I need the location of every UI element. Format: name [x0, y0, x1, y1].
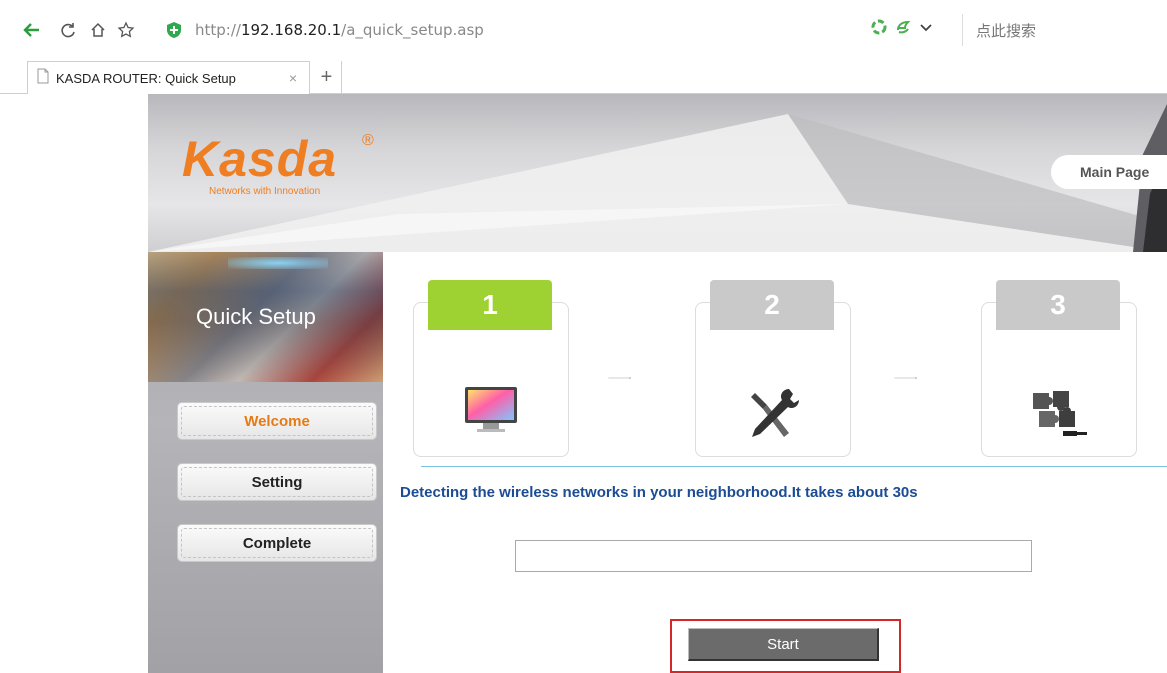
new-tab-button[interactable]: + — [312, 61, 342, 94]
step-number: 3 — [996, 280, 1120, 330]
search-input[interactable]: 点此搜索 — [976, 20, 1036, 41]
address-divider — [962, 14, 963, 46]
quick-setup-header: Quick Setup — [148, 252, 383, 382]
logo-wordmark: Kasda — [182, 131, 338, 187]
sidebar-title: Quick Setup — [196, 304, 316, 329]
monitor-icon — [455, 385, 527, 445]
url-host: 192.168.20.1 — [240, 21, 342, 39]
tab-title: KASDA ROUTER: Quick Setup — [56, 70, 236, 86]
detect-message: Detecting the wireless networks in your … — [400, 484, 918, 501]
puzzle-icon — [1023, 385, 1095, 445]
step-2: 2 — [695, 280, 851, 458]
start-button[interactable]: Start — [688, 628, 879, 661]
main-page-link[interactable]: Main Page — [1051, 155, 1167, 189]
back-icon[interactable] — [20, 18, 44, 42]
step-3: 3 — [981, 280, 1137, 458]
url-path: /a_quick_setup.asp — [341, 21, 484, 39]
kasda-logo: Kasda ® Networks with Innovation — [182, 131, 374, 197]
url-prefix: http:// — [195, 21, 241, 39]
chevron-down-icon[interactable] — [918, 19, 934, 40]
secure-shield-icon — [162, 18, 186, 42]
tab-quick-setup[interactable]: KASDA ROUTER: Quick Setup × — [27, 61, 310, 94]
tools-icon — [737, 385, 809, 445]
bookmark-star-icon[interactable] — [114, 18, 138, 42]
ie-mode-icon[interactable] — [894, 18, 912, 41]
browser-toolbar: http://192.168.20.1/a_quick_setup.asp 点此… — [0, 0, 1167, 58]
step-1: 1 — [413, 280, 569, 458]
registered-mark: ® — [362, 132, 374, 149]
step-number: 2 — [710, 280, 834, 330]
address-bar-actions — [870, 18, 934, 41]
tab-strip: KASDA ROUTER: Quick Setup × + — [0, 58, 1167, 94]
arrow-icon — [894, 377, 918, 379]
header-banner: Kasda ® Networks with Innovation Main Pa… — [148, 94, 1167, 252]
router-page: Kasda ® Networks with Innovation Main Pa… — [148, 94, 1167, 673]
sidebar-item-setting[interactable]: Setting — [177, 463, 377, 501]
reload-icon[interactable] — [56, 18, 80, 42]
address-field[interactable]: http://192.168.20.1/a_quick_setup.asp — [195, 19, 484, 41]
sidebar-item-complete[interactable]: Complete — [177, 524, 377, 562]
sidebar: Quick Setup Welcome Setting Complete — [148, 252, 383, 673]
main-content: 1 2 3 Detecting the wireless networks in… — [383, 252, 1167, 673]
compat-mode-icon[interactable] — [870, 18, 888, 41]
arrow-icon — [608, 377, 632, 379]
section-divider — [421, 466, 1167, 467]
close-icon[interactable]: × — [289, 70, 297, 86]
sidebar-item-welcome[interactable]: Welcome — [177, 402, 377, 440]
step-number: 1 — [428, 280, 552, 330]
page-icon — [36, 68, 50, 89]
home-icon[interactable] — [86, 18, 110, 42]
scan-progress-box — [515, 540, 1032, 572]
logo-tagline: Networks with Innovation — [209, 186, 321, 197]
